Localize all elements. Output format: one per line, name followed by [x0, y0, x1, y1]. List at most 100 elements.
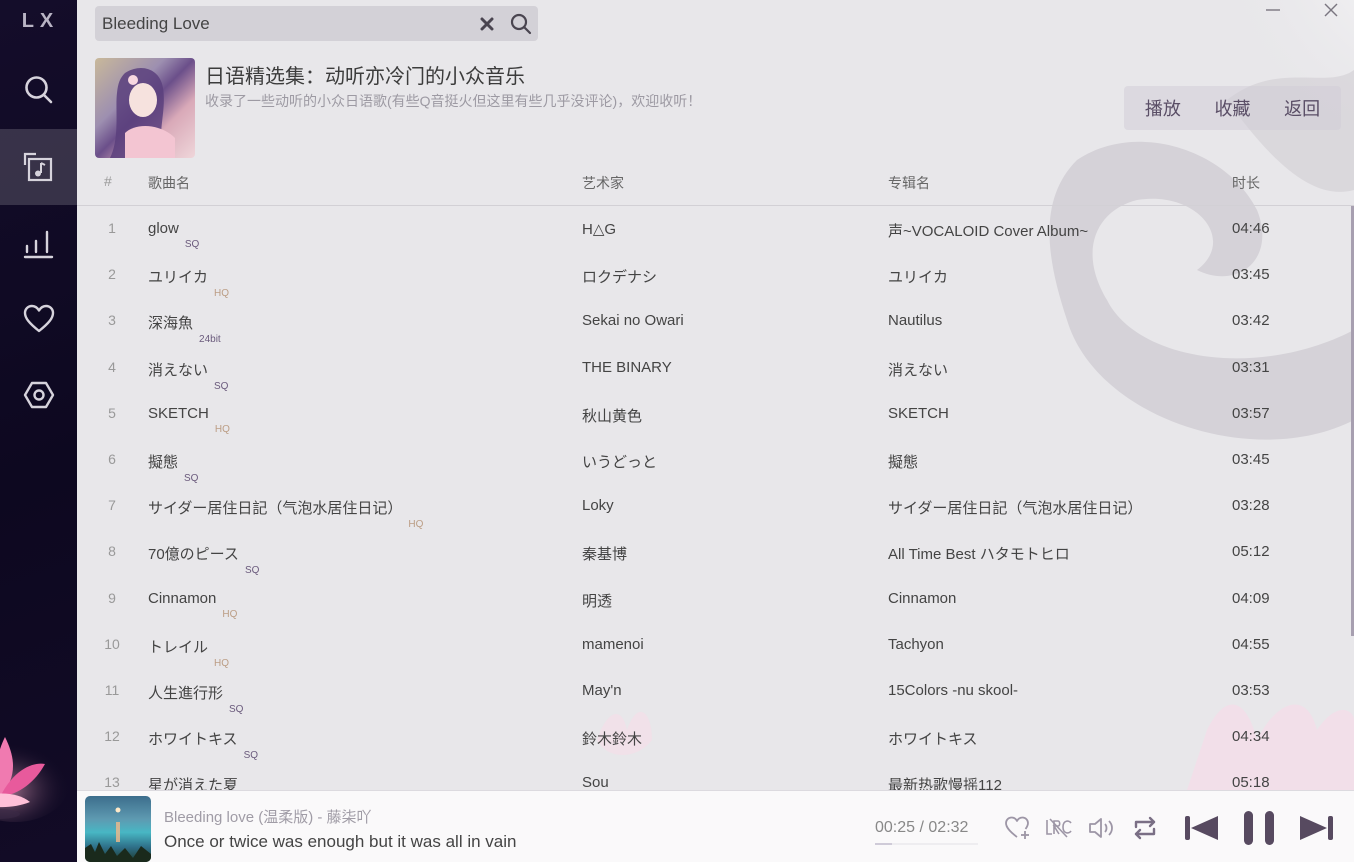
pause-button[interactable] — [1239, 808, 1279, 848]
song-name: 深海魚24bit — [148, 312, 221, 345]
add-favorite-button[interactable] — [1003, 813, 1033, 843]
table-row[interactable]: 10 トレイルHQ mamenoi Tachyon 04:55 — [77, 622, 1354, 669]
search-button[interactable] — [504, 6, 538, 41]
lyric-toggle-button[interactable] — [1044, 813, 1074, 843]
quality-badge: HQ — [214, 423, 230, 435]
playlist-title: 日语精选集：动听亦冷门的小众音乐 — [205, 66, 525, 88]
artist-name[interactable]: Loky — [582, 497, 614, 514]
album-name[interactable]: 声~VOCALOID Cover Album~ — [888, 220, 1088, 241]
table-row[interactable]: 13 星が消えた夏 Sou 最新热歌慢摇112 05:18 — [77, 760, 1354, 790]
song-duration: 03:45 — [1232, 266, 1270, 284]
artist-name[interactable]: 鈴木鈴木 — [582, 728, 642, 749]
repeat-icon — [1134, 816, 1156, 840]
table-row[interactable]: 8 70億のピースSQ 秦基博 All Time Best ハタモトヒロ 05:12 — [77, 529, 1354, 576]
album-name[interactable]: Cinnamon — [888, 590, 956, 607]
next-icon — [1300, 816, 1333, 840]
close-icon — [480, 17, 494, 30]
progress-fill — [875, 843, 892, 845]
table-row[interactable]: 9 Cinnamon HQ 明透 Cinnamon 04:09 — [77, 576, 1354, 622]
table-row[interactable]: 12 ホワイトキスSQ 鈴木鈴木 ホワイトキス 04:34 — [77, 714, 1354, 761]
table-row[interactable]: 3 深海魚24bit Sekai no Owari Nautilus 03:42 — [77, 298, 1354, 345]
table-row[interactable]: 1 glow SQ H△G 声~VOCALOID Cover Album~ 04:46 — [77, 206, 1354, 252]
album-name[interactable]: 15Colors -nu skool- — [888, 682, 1018, 699]
song-name: Cinnamon HQ — [148, 589, 237, 620]
sidebar-item-settings[interactable] — [0, 357, 77, 433]
sidebar-item-search[interactable] — [0, 52, 77, 128]
album-name[interactable]: Nautilus — [888, 312, 942, 329]
song-title: 70億のピース — [148, 546, 239, 564]
playback-time: 00:25 / 02:32 — [875, 819, 968, 837]
table-row[interactable]: 7 サイダー居住日記（气泡水居住日记）HQ Loky サイダー居住日記（气泡水居住日记… — [77, 483, 1354, 530]
table-row[interactable]: 5 SKETCH HQ 秋山黄色 SKETCH 03:57 — [77, 391, 1354, 437]
song-name: トレイルHQ — [148, 636, 229, 669]
album-name[interactable]: サイダー居住日記（气泡水居住日记） — [888, 497, 1142, 518]
progress-bar[interactable] — [875, 843, 978, 845]
album-name[interactable]: ユリイカ — [888, 266, 948, 287]
back-button[interactable]: 返回 — [1278, 87, 1326, 129]
song-title: Cinnamon — [148, 589, 217, 607]
album-name[interactable]: SKETCH — [888, 405, 949, 422]
sidebar-item-songlist[interactable] — [0, 129, 77, 205]
artist-name[interactable]: 明透 — [582, 590, 612, 611]
player-bar: Bleeding love (温柔版) - 藤柒吖 Once or twice … — [77, 790, 1354, 862]
row-number: 4 — [108, 358, 116, 375]
previous-icon — [1185, 816, 1218, 840]
repeat-button[interactable] — [1130, 813, 1160, 843]
song-duration: 04:55 — [1232, 635, 1270, 653]
header-album: 专辑名 — [888, 175, 930, 191]
artist-name[interactable]: H△G — [582, 220, 616, 238]
artist-name[interactable]: ロクデナシ — [582, 266, 657, 287]
artist-name[interactable]: mamenoi — [582, 636, 644, 653]
current-time: 00:25 — [875, 819, 916, 836]
quality-badge: HQ — [222, 608, 238, 620]
volume-button[interactable] — [1086, 813, 1118, 843]
table-row[interactable]: 4 消えないSQ THE BINARY 消えない 03:31 — [77, 345, 1354, 392]
table-row[interactable]: 11 人生進行形SQ May'n 15Colors -nu skool- 03:53 — [77, 668, 1354, 715]
album-name[interactable]: ホワイトキス — [888, 728, 978, 749]
song-duration: 04:09 — [1232, 589, 1270, 607]
row-number: 3 — [108, 312, 116, 329]
album-name[interactable]: All Time Best ハタモトヒロ — [888, 543, 1070, 564]
song-name: 人生進行形SQ — [148, 682, 243, 715]
header-num: # — [104, 173, 112, 189]
song-name: SKETCH HQ — [148, 404, 230, 435]
sidebar-item-favorites[interactable] — [0, 281, 77, 357]
header-name: 歌曲名 — [148, 175, 190, 191]
artist-name[interactable]: Sekai no Owari — [582, 312, 684, 329]
now-playing-cover[interactable] — [85, 796, 151, 862]
next-button[interactable] — [1295, 813, 1337, 843]
artist-name[interactable]: いうどっと — [582, 451, 657, 472]
artist-name[interactable]: 秋山黄色 — [582, 405, 642, 426]
search-input[interactable] — [95, 6, 470, 41]
artist-name[interactable]: May'n — [582, 682, 622, 699]
previous-button[interactable] — [1181, 813, 1223, 843]
album-name[interactable]: Tachyon — [888, 636, 944, 653]
song-name: glow SQ — [148, 220, 199, 250]
collect-button[interactable]: 收藏 — [1208, 87, 1256, 129]
clear-search-button[interactable] — [470, 6, 504, 41]
close-window-button[interactable] — [1316, 0, 1346, 20]
table-row[interactable]: 2 ユリイカHQ ロクデナシ ユリイカ 03:45 — [77, 252, 1354, 299]
song-duration: 05:18 — [1232, 774, 1270, 790]
play-all-button[interactable]: 播放 — [1139, 87, 1187, 129]
sidebar-item-leaderboard[interactable] — [0, 205, 77, 281]
song-title: 擬態 — [148, 453, 179, 471]
album-name[interactable]: 消えない — [888, 359, 948, 380]
playlist-actions: 播放 收藏 返回 — [1124, 86, 1341, 130]
heart-icon — [23, 304, 54, 333]
table-row[interactable]: 6 擬態SQ いうどっと 擬態 03:45 — [77, 437, 1354, 484]
sidebar: LX — [0, 0, 77, 862]
album-name[interactable]: 最新热歌慢摇112 — [888, 774, 1002, 790]
artist-name[interactable]: 秦基博 — [582, 543, 627, 564]
song-title: SKETCH — [148, 404, 209, 422]
artist-name[interactable]: Sou — [582, 774, 609, 790]
album-name[interactable]: 擬態 — [888, 451, 918, 472]
header-duration: 时长 — [1232, 175, 1260, 191]
minimize-button[interactable] — [1258, 0, 1288, 20]
chart-bars-icon — [23, 230, 53, 259]
volume-icon — [1089, 818, 1113, 838]
header-artist: 艺术家 — [582, 175, 624, 191]
row-number: 1 — [108, 220, 116, 236]
song-duration: 03:57 — [1232, 404, 1270, 422]
artist-name[interactable]: THE BINARY — [582, 359, 672, 376]
